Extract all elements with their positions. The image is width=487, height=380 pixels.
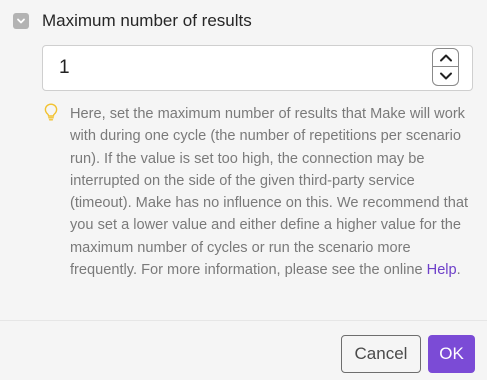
footer-divider (0, 320, 487, 321)
number-stepper (432, 48, 459, 86)
stepper-increment-button[interactable] (432, 48, 459, 67)
help-text-trailing: . (456, 262, 461, 279)
help-link[interactable]: Help (427, 262, 457, 278)
lightbulb-icon (44, 103, 58, 126)
help-text-body: Here, set the maximum number of results … (70, 106, 469, 279)
field-header: Maximum number of results (13, 10, 252, 32)
stepper-decrement-button[interactable] (432, 67, 459, 86)
chevron-up-icon (439, 54, 452, 61)
field-label: Maximum number of results (42, 11, 252, 30)
field-help-text: Here, set the maximum number of results … (70, 103, 470, 281)
max-results-input[interactable] (43, 46, 439, 90)
cancel-button[interactable]: Cancel (341, 335, 421, 373)
number-input-container (42, 45, 473, 91)
ok-button[interactable]: OK (428, 335, 475, 373)
chevron-down-icon[interactable] (13, 13, 29, 29)
chevron-down-icon (439, 72, 452, 80)
